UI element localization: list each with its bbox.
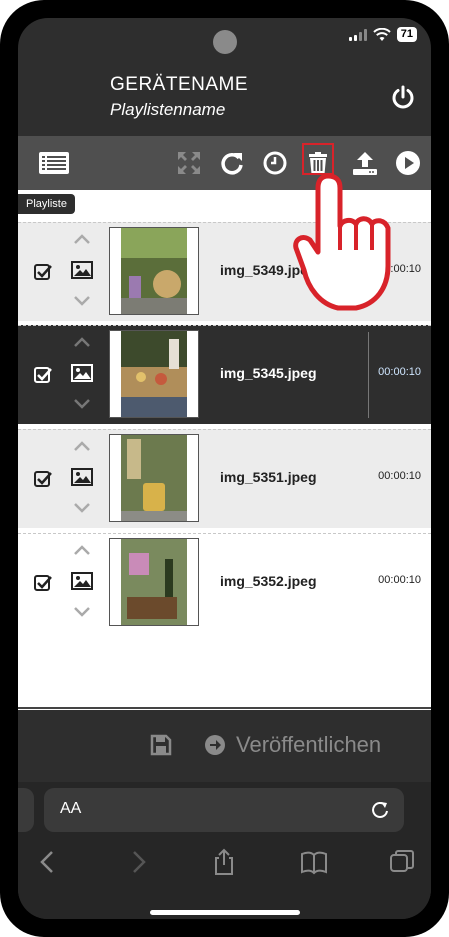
playlist-list-button[interactable] xyxy=(38,148,70,178)
image-type-icon xyxy=(71,468,93,486)
photo-food-table xyxy=(121,331,187,417)
wifi-icon xyxy=(373,27,391,41)
checkbox-checked-icon[interactable] xyxy=(34,574,52,592)
tabs-icon[interactable] xyxy=(388,848,416,876)
fullscreen-icon xyxy=(178,152,200,174)
duration[interactable]: 00:00:10 xyxy=(378,470,421,482)
move-down-icon[interactable] xyxy=(73,295,91,307)
move-down-icon[interactable] xyxy=(73,398,91,410)
battery-indicator: 71 xyxy=(396,27,417,42)
playlist-row[interactable]: img_5352.jpeg 00:00:10 xyxy=(18,533,431,632)
fullscreen-button[interactable] xyxy=(174,148,204,178)
publish-label: Veröffentlichen xyxy=(236,732,382,757)
photo-garden-table xyxy=(121,228,187,314)
checkbox-checked-icon[interactable] xyxy=(34,366,52,384)
playlist-row[interactable]: img_5351.jpeg 00:00:10 xyxy=(18,429,431,528)
back-icon[interactable] xyxy=(34,848,62,876)
checkbox-checked-icon[interactable] xyxy=(34,263,52,281)
image-type-icon xyxy=(71,261,93,279)
previous-tab-stub[interactable] xyxy=(18,788,34,832)
filename: img_5345.jpeg xyxy=(220,365,317,381)
column-divider xyxy=(368,332,369,418)
move-down-icon[interactable] xyxy=(73,606,91,618)
forward-icon[interactable] xyxy=(124,848,152,876)
tooltip-playliste: Playliste xyxy=(18,194,75,214)
footer: Veröffentlichen xyxy=(18,714,431,782)
checkbox-checked-icon[interactable] xyxy=(34,470,52,488)
save-icon[interactable] xyxy=(150,734,172,756)
device-name: GERÄTENAME xyxy=(110,74,249,95)
signal-icon xyxy=(348,28,367,41)
clock-icon xyxy=(263,151,287,175)
reload-icon[interactable] xyxy=(370,800,390,820)
text-size-button[interactable]: AA xyxy=(60,800,81,818)
schedule-button[interactable] xyxy=(260,148,290,178)
bookmarks-icon[interactable] xyxy=(300,848,328,876)
photo-bottles-crate xyxy=(121,539,187,625)
share-icon[interactable] xyxy=(210,848,238,876)
duration[interactable]: 00:00:10 xyxy=(378,366,421,378)
screen: 71 GERÄTENAME Playlistenname img_5349.jp… xyxy=(18,18,431,919)
refresh-icon xyxy=(221,153,243,175)
browser-bar: AA xyxy=(18,782,431,919)
duration[interactable]: 00:00:10 xyxy=(378,574,421,586)
move-up-icon[interactable] xyxy=(73,544,91,556)
playlist-name: Playlistenname xyxy=(110,100,226,119)
thumbnail-image xyxy=(109,538,199,626)
move-down-icon[interactable] xyxy=(73,502,91,514)
refresh-button[interactable] xyxy=(217,148,247,178)
power-icon[interactable] xyxy=(390,84,416,110)
thumbnail-image xyxy=(109,330,199,418)
image-type-icon xyxy=(71,364,93,382)
playlist-row-selected[interactable]: img_5345.jpeg 00:00:10 xyxy=(18,325,431,424)
front-camera xyxy=(213,30,237,54)
thumbnail-image xyxy=(109,434,199,522)
thumbnail-image xyxy=(109,227,199,315)
address-bar[interactable]: AA xyxy=(44,788,404,832)
home-indicator xyxy=(150,910,300,915)
move-up-icon[interactable] xyxy=(73,440,91,452)
move-up-icon[interactable] xyxy=(73,336,91,348)
list-bottom-border xyxy=(18,707,431,709)
move-up-icon[interactable] xyxy=(73,233,91,245)
filename: img_5351.jpeg xyxy=(220,469,317,485)
status-bar: 71 xyxy=(348,27,417,42)
arrow-right-circle-icon xyxy=(205,735,225,755)
filename: img_5352.jpeg xyxy=(220,573,317,589)
publish-button[interactable]: Veröffentlichen xyxy=(204,732,381,758)
list-icon xyxy=(39,152,69,174)
photo-drink-jar xyxy=(121,435,187,521)
pointing-hand-icon xyxy=(293,173,391,311)
image-type-icon xyxy=(71,572,93,590)
phone-frame: 71 GERÄTENAME Playlistenname img_5349.jp… xyxy=(0,0,449,937)
